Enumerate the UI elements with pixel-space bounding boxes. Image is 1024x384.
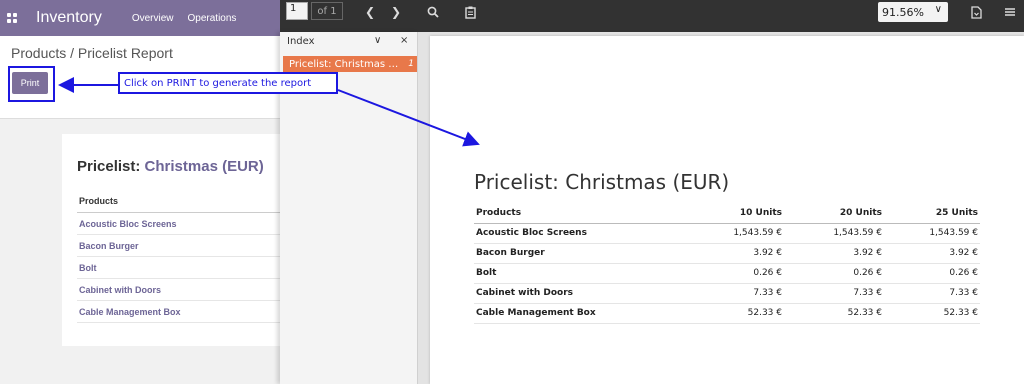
price-cell: 3.92 €: [694, 243, 784, 264]
price-cell: 0.26 €: [694, 263, 784, 284]
product-link[interactable]: Cabinet with Doors: [77, 279, 290, 301]
table-header-row: Products 10 Units 20 Units 25 Units: [474, 203, 980, 224]
report-pricelist-name[interactable]: Christmas (EUR): [145, 158, 264, 175]
menu-operations[interactable]: Operations: [188, 13, 237, 24]
product-link[interactable]: Cable Management Box: [77, 301, 290, 323]
menu-icon[interactable]: [1001, 3, 1019, 21]
report-products-table: Products Acoustic Bloc Screens Bacon Bur…: [77, 190, 290, 323]
price-cell: 3.92 €: [784, 243, 884, 264]
table-row: Cabinet with Doors 7.33 € 7.33 € 7.33 €: [474, 283, 980, 304]
table-row: Bacon Burger 3.92 € 3.92 € 3.92 €: [474, 243, 980, 264]
price-cell: 0.26 €: [784, 263, 884, 284]
pdf-pricelist-table: Products 10 Units 20 Units 25 Units Acou…: [474, 203, 980, 324]
close-icon[interactable]: ×: [400, 35, 408, 46]
download-icon[interactable]: [967, 3, 985, 21]
apps-grid-icon[interactable]: [7, 13, 17, 23]
menu-overview[interactable]: Overview: [132, 13, 174, 24]
product-link[interactable]: Bacon Burger: [77, 235, 290, 257]
instruction-callout: Click on PRINT to generate the report: [118, 72, 338, 94]
table-row: Bolt 0.26 € 0.26 € 0.26 €: [474, 263, 980, 284]
product-link[interactable]: Acoustic Bloc Screens: [77, 213, 290, 235]
sidebar-title: Index: [287, 36, 315, 47]
odoo-top-navbar: Inventory Overview Operations: [0, 0, 290, 36]
price-cell: 52.33 €: [694, 303, 784, 324]
price-cell: 1,543.59 €: [694, 223, 784, 244]
column-header: 25 Units: [884, 203, 980, 224]
price-cell: 7.33 €: [784, 283, 884, 304]
product-name: Bacon Burger: [474, 243, 694, 264]
table-header: Products: [77, 190, 290, 213]
price-cell: 52.33 €: [784, 303, 884, 324]
clipboard-icon[interactable]: [461, 3, 479, 21]
next-page-icon[interactable]: ❯: [387, 3, 405, 21]
table-row: Acoustic Bloc Screens 1,543.59 € 1,543.5…: [474, 223, 980, 244]
zoom-value: 91.56%: [882, 5, 924, 19]
app-title[interactable]: Inventory: [36, 9, 102, 27]
product-name: Cable Management Box: [474, 303, 694, 324]
report-title-prefix: Pricelist:: [77, 158, 141, 175]
breadcrumb: Products / Pricelist Report: [11, 45, 173, 61]
page-number-input[interactable]: 1: [286, 2, 308, 20]
sidebar-item-pricelist[interactable]: Pricelist: Christmas (EUR) 1: [283, 56, 417, 72]
product-name: Cabinet with Doors: [474, 283, 694, 304]
price-cell: 7.33 €: [884, 283, 980, 304]
column-header: Products: [474, 203, 694, 224]
column-header: 10 Units: [694, 203, 784, 224]
search-icon[interactable]: [424, 3, 442, 21]
product-name: Bolt: [474, 263, 694, 284]
chevron-down-icon[interactable]: ∨: [374, 35, 381, 46]
price-cell: 3.92 €: [884, 243, 980, 264]
price-cell: 0.26 €: [884, 263, 980, 284]
page-count: of 1: [311, 2, 343, 20]
product-link[interactable]: Bolt: [77, 257, 290, 279]
price-cell: 52.33 €: [884, 303, 980, 324]
price-cell: 7.33 €: [694, 283, 784, 304]
pdf-report-title: Pricelist: Christmas (EUR): [474, 170, 730, 194]
sidebar-item-label: Pricelist: Christmas (EUR): [289, 58, 399, 70]
previous-page-icon[interactable]: ❮: [361, 3, 379, 21]
print-highlight-box: [8, 66, 55, 102]
table-row: Cable Management Box 52.33 € 52.33 € 52.…: [474, 303, 980, 324]
price-cell: 1,543.59 €: [884, 223, 980, 244]
product-name: Acoustic Bloc Screens: [474, 223, 694, 244]
sidebar-item-page: 1: [408, 59, 414, 69]
report-title: Pricelist: Christmas (EUR): [77, 158, 264, 175]
price-cell: 1,543.59 €: [784, 223, 884, 244]
column-header: 20 Units: [784, 203, 884, 224]
chevron-down-icon: ∨: [934, 4, 942, 15]
zoom-select[interactable]: 91.56% ∨: [878, 2, 948, 22]
